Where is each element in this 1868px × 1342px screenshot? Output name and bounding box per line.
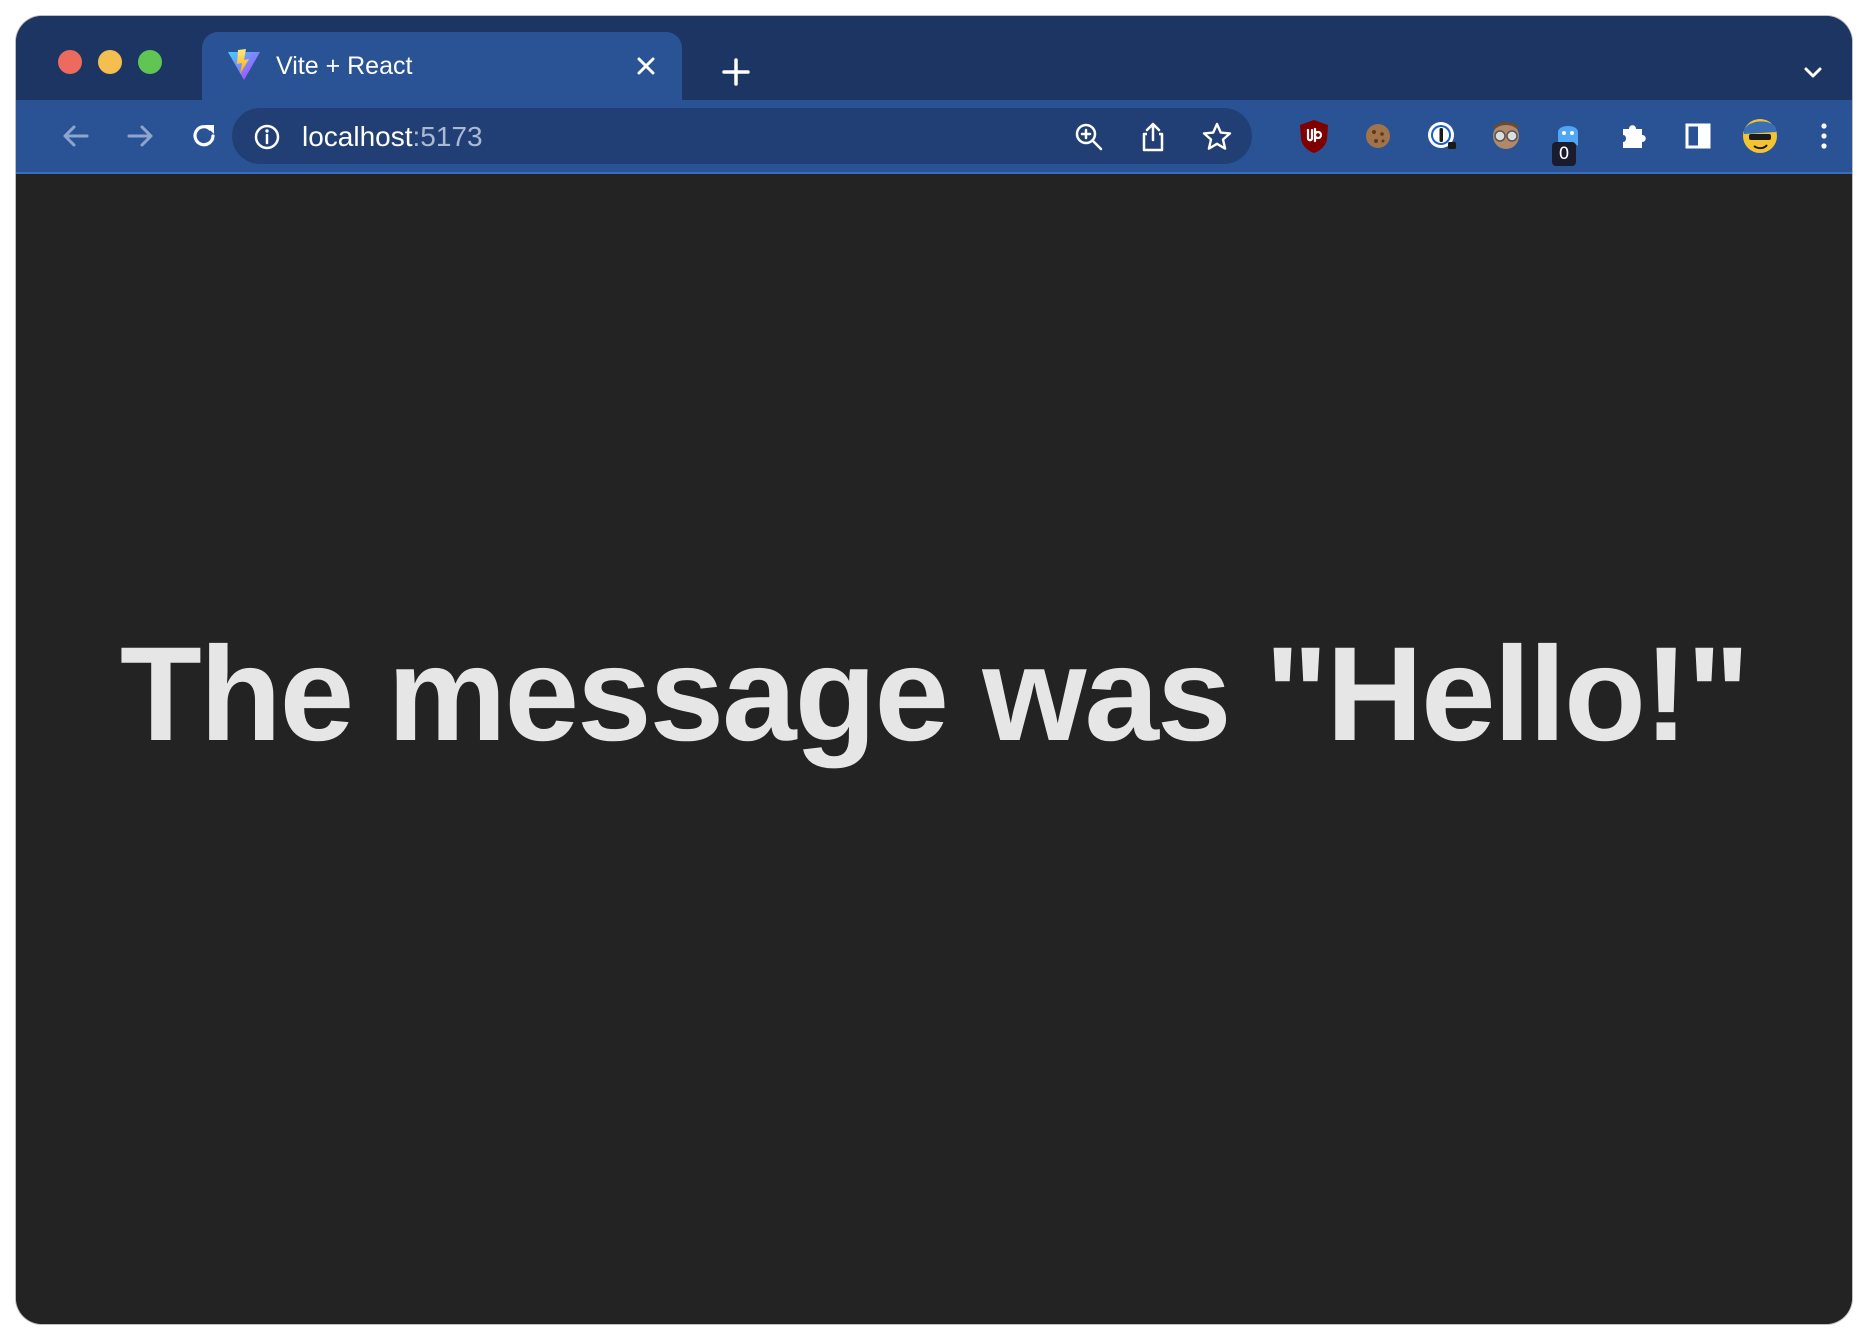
site-info-icon[interactable] <box>252 122 282 152</box>
url-text[interactable]: localhost:5173 <box>302 121 483 153</box>
glasses-face-icon[interactable] <box>1484 114 1528 158</box>
page-content: The message was "Hello!" <box>16 174 1852 1324</box>
profile-avatar-icon[interactable] <box>1738 114 1782 158</box>
tab-vite-react[interactable]: Vite + React <box>202 32 682 100</box>
url-port: :5173 <box>412 121 483 152</box>
1password-icon[interactable] <box>1420 114 1464 158</box>
cookie-icon[interactable] <box>1356 114 1400 158</box>
close-window-button[interactable] <box>58 50 82 74</box>
ghostery-badge: 0 <box>1552 142 1576 166</box>
reload-icon <box>193 125 215 147</box>
new-tab-icon[interactable] <box>716 52 756 92</box>
back-button[interactable] <box>54 114 98 158</box>
extensions-puzzle-icon[interactable] <box>1612 114 1656 158</box>
minimize-window-button[interactable] <box>98 50 122 74</box>
url-host: localhost <box>302 121 413 152</box>
reload-button[interactable] <box>182 114 226 158</box>
close-tab-icon[interactable] <box>630 50 662 82</box>
address-bar[interactable]: localhost:5173 <box>232 108 1252 164</box>
chevron-down-icon[interactable] <box>1798 58 1828 88</box>
message-heading: The message was "Hello!" <box>119 619 1750 769</box>
bookmark-star-icon[interactable] <box>1200 120 1234 154</box>
tab-strip: Vite + React <box>16 16 1852 100</box>
maximize-window-button[interactable] <box>138 50 162 74</box>
tab-title: Vite + React <box>276 52 413 80</box>
share-icon[interactable] <box>1136 120 1170 154</box>
vite-logo-icon <box>228 49 260 80</box>
zoom-icon[interactable] <box>1072 120 1106 154</box>
ublock-origin-icon[interactable] <box>1292 114 1336 158</box>
browser-toolbar: localhost:5173 0 <box>16 100 1852 174</box>
kebab-menu-icon[interactable] <box>1802 114 1846 158</box>
arrow-left-icon <box>63 125 89 147</box>
browser-window: Vite + React localhost:5173 0 The messag… <box>16 16 1852 1324</box>
forward-button[interactable] <box>118 114 162 158</box>
arrow-right-icon <box>127 125 153 147</box>
side-panel-icon[interactable] <box>1676 114 1720 158</box>
